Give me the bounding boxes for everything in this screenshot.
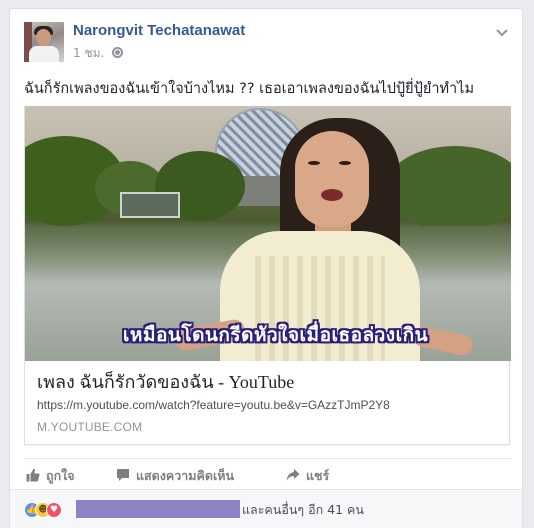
comment-label: แสดงความคิดเห็น [136,468,235,483]
thumbs-up-icon [26,468,40,482]
globe-icon [112,47,124,58]
share-button[interactable]: แชร์ [286,466,329,486]
like-label: ถูกใจ [46,468,75,483]
love-icon: ♥ [46,502,62,518]
post-meta: 1 ชม. [73,44,124,63]
reactions-summary[interactable]: และคนอื่นๆ อีก 41 คน [242,500,364,520]
link-title[interactable]: เพลง ฉันก็รักวัดของฉัน - YouTube [37,371,499,393]
post-text: ฉันก็รักเพลงของฉันเข้าใจบ้างไหม ?? เธอเอ… [24,81,475,97]
video-thumbnail[interactable]: เหมือนโดนกรีดหัวใจเมื่อเธอล่วงเกิน [25,106,511,361]
share-icon [286,469,300,481]
comment-button[interactable]: แสดงความคิดเห็น [116,466,234,486]
post-time[interactable]: 1 ชม. [73,46,104,60]
author-avatar[interactable] [24,22,64,62]
link-attachment[interactable]: เหมือนโดนกรีดหัวใจเมื่อเธอล่วงเกิน เพลง … [24,106,511,445]
reactions-bar: 👍 ☻ ♥ และคนอื่นๆ อีก 41 คน [10,489,522,528]
link-url: https://m.youtube.com/watch?feature=yout… [37,398,390,412]
author-name[interactable]: Narongvit Techatanawat [73,22,245,39]
post-header: Narongvit Techatanawat 1 ชม. [24,22,512,66]
redacted-names [76,500,240,518]
comment-icon [117,469,129,481]
video-subtitle: เหมือนโดนกรีดหัวใจเมื่อเธอล่วงเกิน [122,324,429,346]
post-card: Narongvit Techatanawat 1 ชม. ฉันก็รักเพล… [9,8,523,528]
chevron-down-icon[interactable] [494,26,510,40]
share-label: แชร์ [306,468,330,483]
post-actions: ถูกใจ แสดงความคิดเห็น แชร์ [24,458,512,488]
link-domain: M.YOUTUBE.COM [37,420,143,434]
link-info[interactable]: เพลง ฉันก็รักวัดของฉัน - YouTube https:/… [25,361,511,445]
like-button[interactable]: ถูกใจ [26,466,75,486]
